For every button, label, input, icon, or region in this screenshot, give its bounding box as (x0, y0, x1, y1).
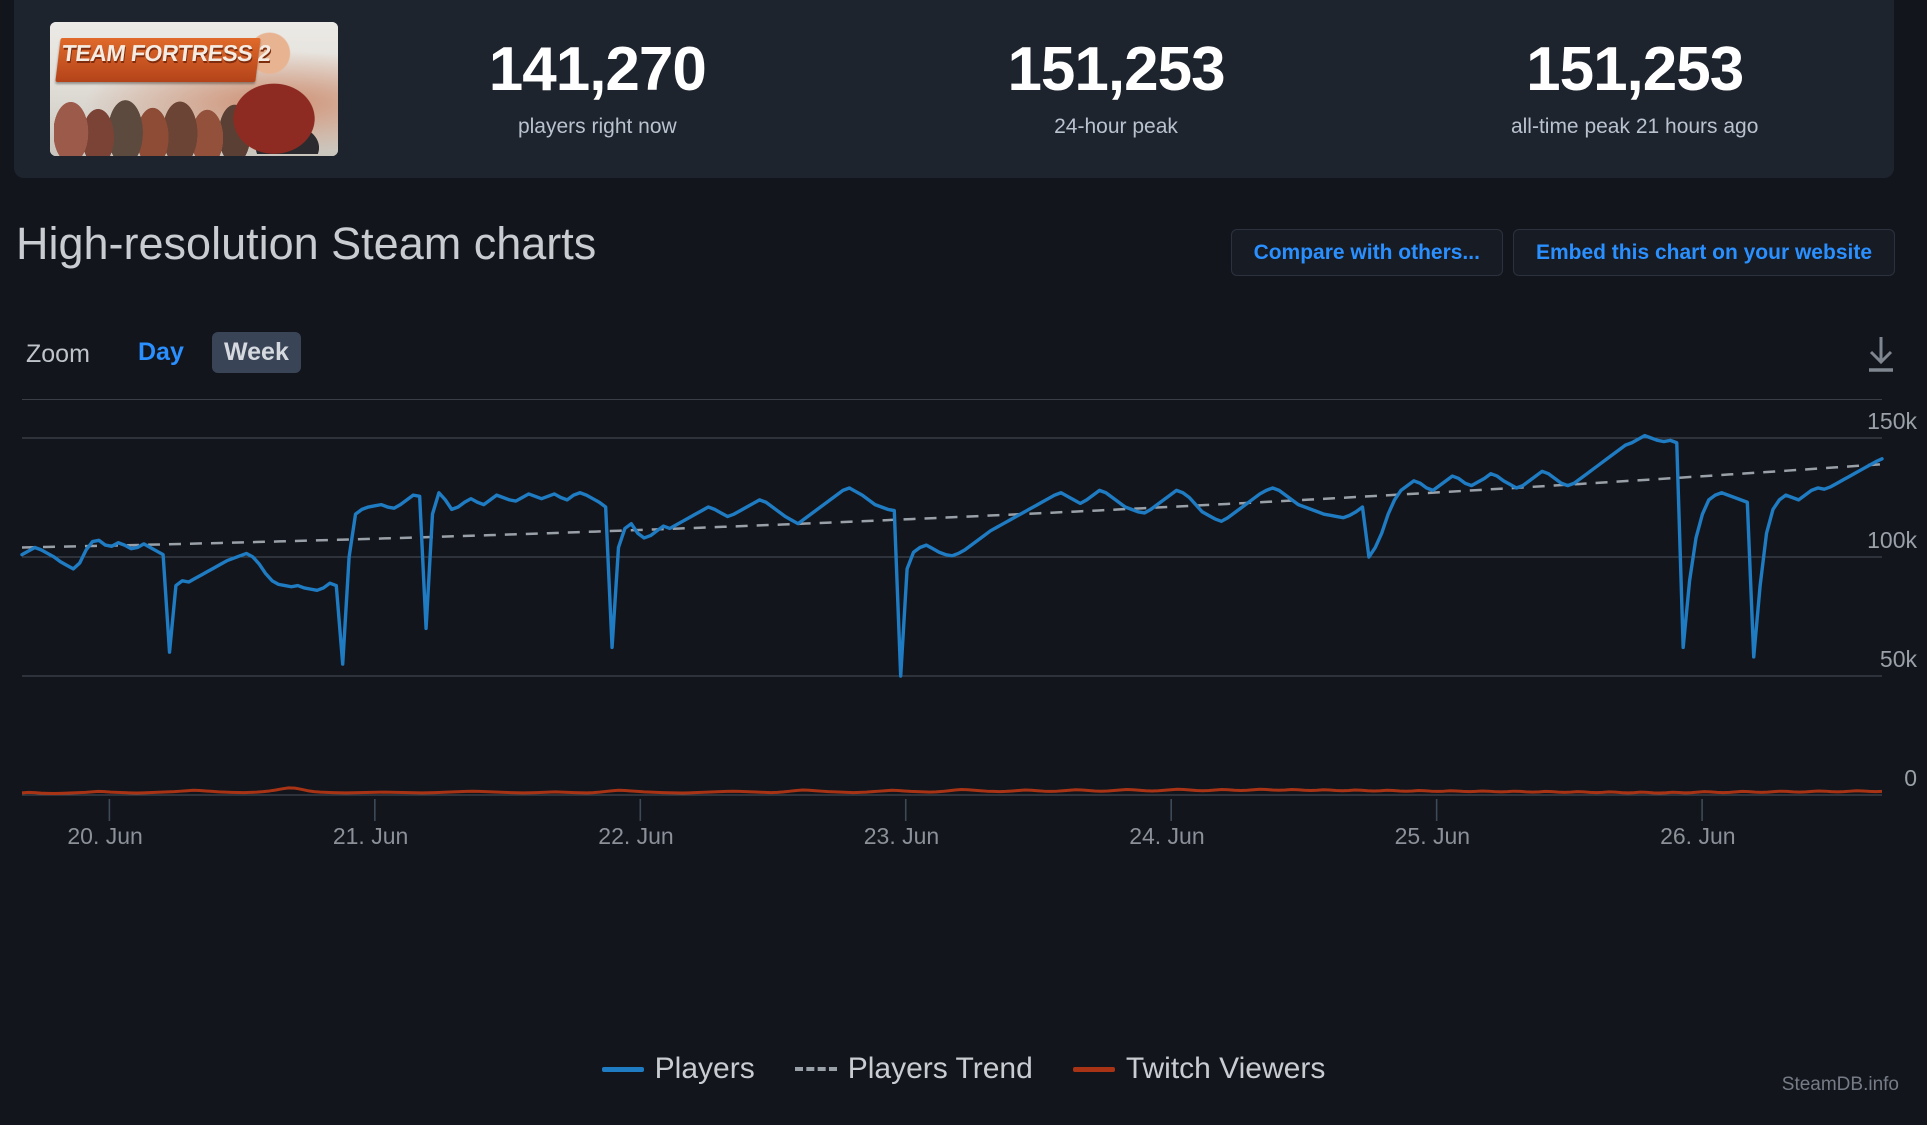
title-row: High-resolution Steam charts Compare wit… (0, 218, 1927, 292)
stat-players-now: 141,270 players right now (338, 39, 857, 139)
y-axis-label: 0 (1904, 765, 1917, 791)
game-logo-text: TEAM FORTRESS 2 (60, 40, 273, 66)
legend-label: Players (654, 1052, 755, 1085)
x-axis-label: 26. Jun (1660, 823, 1736, 849)
stat-label: 24-hour peak (1054, 115, 1178, 138)
legend-item-players-trend[interactable]: Players Trend (794, 1052, 1033, 1086)
players-trend-line (21, 462, 1883, 549)
legend-item-players[interactable]: Players (601, 1052, 755, 1086)
game-thumbnail[interactable]: TEAM FORTRESS 2 (50, 22, 338, 156)
embed-chart-button[interactable]: Embed this chart on your website (1512, 229, 1895, 276)
chart-svg (20, 433, 1884, 821)
y-axis-label: 150k (1867, 408, 1917, 434)
chart-legend: Players Players Trend Twitch Viewers (0, 1052, 1927, 1086)
x-axis-label: 22. Jun (598, 823, 674, 849)
zoom-option-day[interactable]: Day (126, 332, 196, 373)
stats-header-card: TEAM FORTRESS 2 141,270 players right no… (14, 0, 1894, 178)
stat-label: all-time peak 21 hours ago (1510, 115, 1759, 138)
stat-value: 151,253 (1007, 35, 1225, 104)
x-axis-label: 24. Jun (1129, 823, 1205, 849)
steamdb-credit: SteamDB.info (1781, 1074, 1899, 1095)
page-title: High-resolution Steam charts (16, 218, 597, 269)
download-icon[interactable] (1861, 334, 1901, 376)
x-axis-label: 21. Jun (332, 823, 409, 849)
legend-swatch-players (601, 1066, 644, 1072)
x-axis-label: 23. Jun (863, 823, 940, 849)
twitch-viewers-line (21, 786, 1883, 795)
x-axis-label: 25. Jun (1394, 823, 1471, 849)
players-line (20, 433, 1884, 678)
chart-x-ticks (108, 799, 1703, 821)
y-axis-label: 50k (1879, 646, 1917, 672)
zoom-option-week[interactable]: Week (212, 332, 301, 373)
legend-swatch-trend (794, 1067, 837, 1071)
zoom-controls: Zoom Day Week (0, 330, 1927, 380)
x-axis-label: 20. Jun (67, 823, 143, 849)
compare-with-others-button[interactable]: Compare with others... (1230, 229, 1503, 276)
stat-value: 151,253 (1526, 35, 1744, 104)
chart-gridlines (22, 437, 1882, 796)
steamdb-chart-page: TEAM FORTRESS 2 141,270 players right no… (0, 0, 1927, 1125)
zoom-label: Zoom (26, 340, 90, 368)
stat-all-time-peak: 151,253 all-time peak 21 hours ago (1375, 39, 1894, 139)
chart-plot-area[interactable]: 0 50k 100k 150k 20. Jun 21. Jun 22. Jun 23. Ju… (0, 400, 1927, 1020)
stat-24h-peak: 151,253 24-hour peak (857, 39, 1376, 139)
legend-swatch-twitch (1072, 1066, 1115, 1072)
stat-label: players right now (517, 115, 677, 138)
title-actions: Compare with others... Embed this chart … (1230, 229, 1895, 276)
legend-label: Players Trend (847, 1052, 1033, 1085)
y-axis-label: 100k (1867, 527, 1917, 553)
legend-item-twitch-viewers[interactable]: Twitch Viewers (1072, 1052, 1326, 1086)
legend-label: Twitch Viewers (1125, 1052, 1326, 1085)
stat-value: 141,270 (488, 35, 707, 104)
